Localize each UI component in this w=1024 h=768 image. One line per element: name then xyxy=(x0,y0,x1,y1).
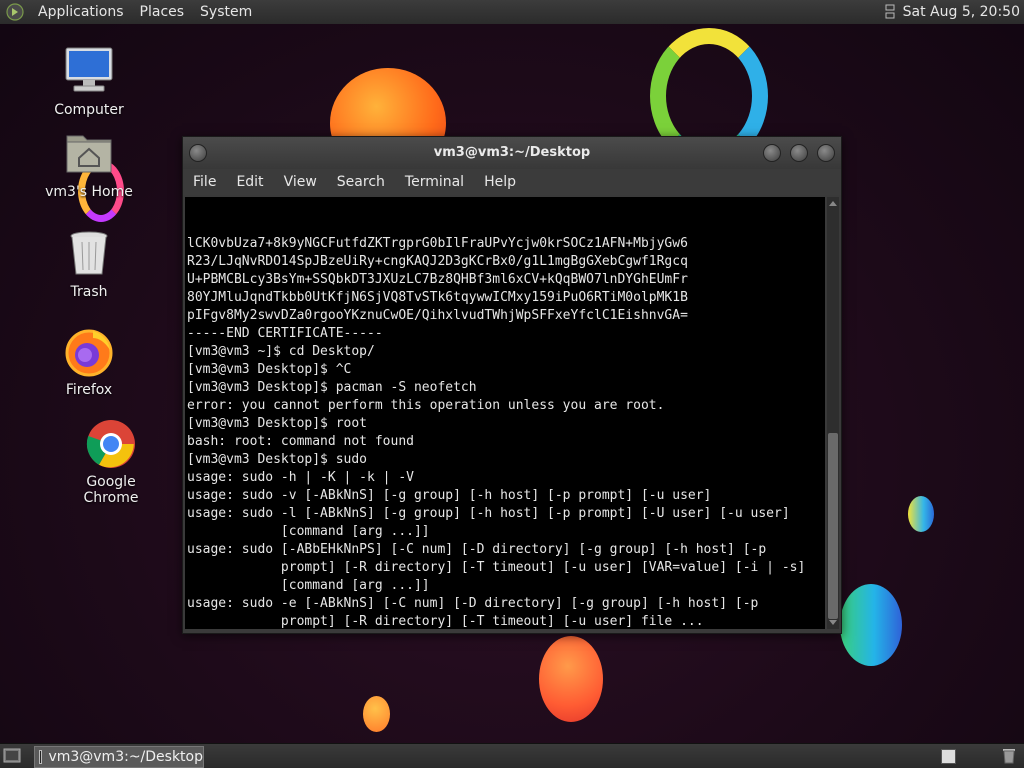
maximize-button[interactable] xyxy=(790,144,808,162)
scroll-down-arrow-icon[interactable] xyxy=(829,620,837,625)
menu-help[interactable]: Help xyxy=(474,174,526,190)
desktop-icon-label: Computer xyxy=(54,102,124,118)
terminal-line: lCK0vbUza7+8k9yNGCFutfdZKTrgprG0bIlFraUP… xyxy=(187,236,688,251)
terminal-line: [command [arg ...]] xyxy=(187,578,430,593)
close-button[interactable] xyxy=(817,144,835,162)
trash-icon xyxy=(63,228,115,280)
terminal-line: usage: sudo -e [-ABkNnS] [-C num] [-D di… xyxy=(187,596,759,611)
desktop-icon-trash[interactable]: Trash xyxy=(39,228,139,300)
terminal-line: [vm3@vm3 Desktop]$ root xyxy=(187,416,368,431)
terminal-line: [command [arg ...]] xyxy=(187,524,430,539)
terminal-line: usage: sudo -v [-ABkNnS] [-g group] [-h … xyxy=(187,488,712,503)
menu-system[interactable]: System xyxy=(192,0,260,24)
desktop-icon-chrome[interactable]: Google Chrome xyxy=(61,418,161,506)
chrome-icon xyxy=(85,418,137,470)
terminal-line: error: you cannot perform this operation… xyxy=(187,398,665,413)
menu-places[interactable]: Places xyxy=(132,0,193,24)
taskbar-terminal-button[interactable]: vm3@vm3:~/Desktop xyxy=(34,746,204,768)
decorative-blue-dot xyxy=(908,496,934,532)
bottom-panel: vm3@vm3:~/Desktop xyxy=(0,743,1024,768)
terminal-line: usage: sudo [-ABbEHkNnPS] [-C num] [-D d… xyxy=(187,542,767,557)
desktop-icon-label: vm3's Home xyxy=(45,184,133,200)
firefox-icon xyxy=(63,326,115,378)
desktop-icon-computer[interactable]: Computer xyxy=(39,46,139,118)
terminal-scrollbar[interactable] xyxy=(827,197,839,629)
top-panel: Applications Places System Sat Aug 5, 20… xyxy=(0,0,1024,24)
minimize-button[interactable] xyxy=(763,144,781,162)
desktop-icon-label: Google Chrome xyxy=(83,474,139,506)
terminal-line: -----END CERTIFICATE----- xyxy=(187,326,383,341)
menu-applications[interactable]: Applications xyxy=(30,0,132,24)
desktop-icon-firefox[interactable]: Firefox xyxy=(39,326,139,398)
decorative-small-orange-dot xyxy=(363,696,390,732)
terminal-line: usage: sudo -h | -K | -k | -V xyxy=(187,470,414,485)
workspace-switcher[interactable] xyxy=(941,749,956,764)
decorative-blue-blob xyxy=(840,584,902,666)
computer-icon xyxy=(63,46,115,98)
terminal-line: bash: root: command not found xyxy=(187,434,414,449)
terminal-line: R23/LJqNvRDO14SpJBzeUiRy+cngKAQJ2D3gKCrB… xyxy=(187,254,688,269)
clock[interactable]: Sat Aug 5, 20:50 xyxy=(903,4,1020,20)
home-folder-icon xyxy=(63,128,115,180)
terminal-line: pIFgv8My2swvDZa0rgooYKznuCwOE/QihxlvudTW… xyxy=(187,308,688,323)
menu-view[interactable]: View xyxy=(274,174,327,190)
scroll-up-arrow-icon[interactable] xyxy=(829,201,837,206)
window-titlebar[interactable]: vm3@vm3:~/Desktop xyxy=(183,137,841,169)
distro-logo-icon[interactable] xyxy=(6,3,24,21)
scrollbar-thumb[interactable] xyxy=(828,433,838,619)
terminal-line: usage: sudo -l [-ABkNnS] [-g group] [-h … xyxy=(187,506,790,521)
network-icon[interactable] xyxy=(885,4,895,20)
terminal-line: prompt] [-R directory] [-T timeout] [-u … xyxy=(187,560,806,575)
desktop-icon-home[interactable]: vm3's Home xyxy=(39,128,139,200)
terminal-line: 80YJMluJqndTkbb0UtKfjN6SjVQ8TvSTk6tqywwI… xyxy=(187,290,688,305)
show-desktop-icon[interactable] xyxy=(3,748,21,763)
menu-file[interactable]: File xyxy=(183,174,226,190)
taskbar-terminal-label: vm3@vm3:~/Desktop xyxy=(48,749,203,765)
terminal-line: [vm3@vm3 Desktop]$ ^C xyxy=(187,362,352,377)
terminal-line: [vm3@vm3 Desktop]$ pacman -S neofetch xyxy=(187,380,477,395)
decorative-orange-oval xyxy=(539,636,603,722)
terminal-line: [vm3@vm3 Desktop]$ sudo xyxy=(187,452,368,467)
terminal-line: prompt] [-R directory] [-T timeout] [-u … xyxy=(187,614,704,629)
menu-search[interactable]: Search xyxy=(327,174,395,190)
terminal-icon xyxy=(39,750,43,764)
desktop-icon-label: Firefox xyxy=(65,382,113,398)
terminal-lines: lCK0vbUza7+8k9yNGCFutfdZKTrgprG0bIlFraUP… xyxy=(185,233,825,629)
window-title: vm3@vm3:~/Desktop xyxy=(433,145,591,160)
terminal-output[interactable]: lCK0vbUza7+8k9yNGCFutfdZKTrgprG0bIlFraUP… xyxy=(185,197,825,629)
terminal-line: [vm3@vm3 ~]$ cd Desktop/ xyxy=(187,344,375,359)
terminal-window[interactable]: vm3@vm3:~/Desktop File Edit View Search … xyxy=(182,136,842,634)
menu-edit[interactable]: Edit xyxy=(226,174,273,190)
terminal-menubar: File Edit View Search Terminal Help xyxy=(183,169,841,195)
trash-applet-icon[interactable] xyxy=(1002,747,1016,764)
desktop-icon-label: Trash xyxy=(70,284,108,300)
menu-terminal[interactable]: Terminal xyxy=(395,174,474,190)
terminal-line: U+PBMCBLcy3BsYm+SSQbkDT3JXUzLC7Bz8QHBf3m… xyxy=(187,272,688,287)
